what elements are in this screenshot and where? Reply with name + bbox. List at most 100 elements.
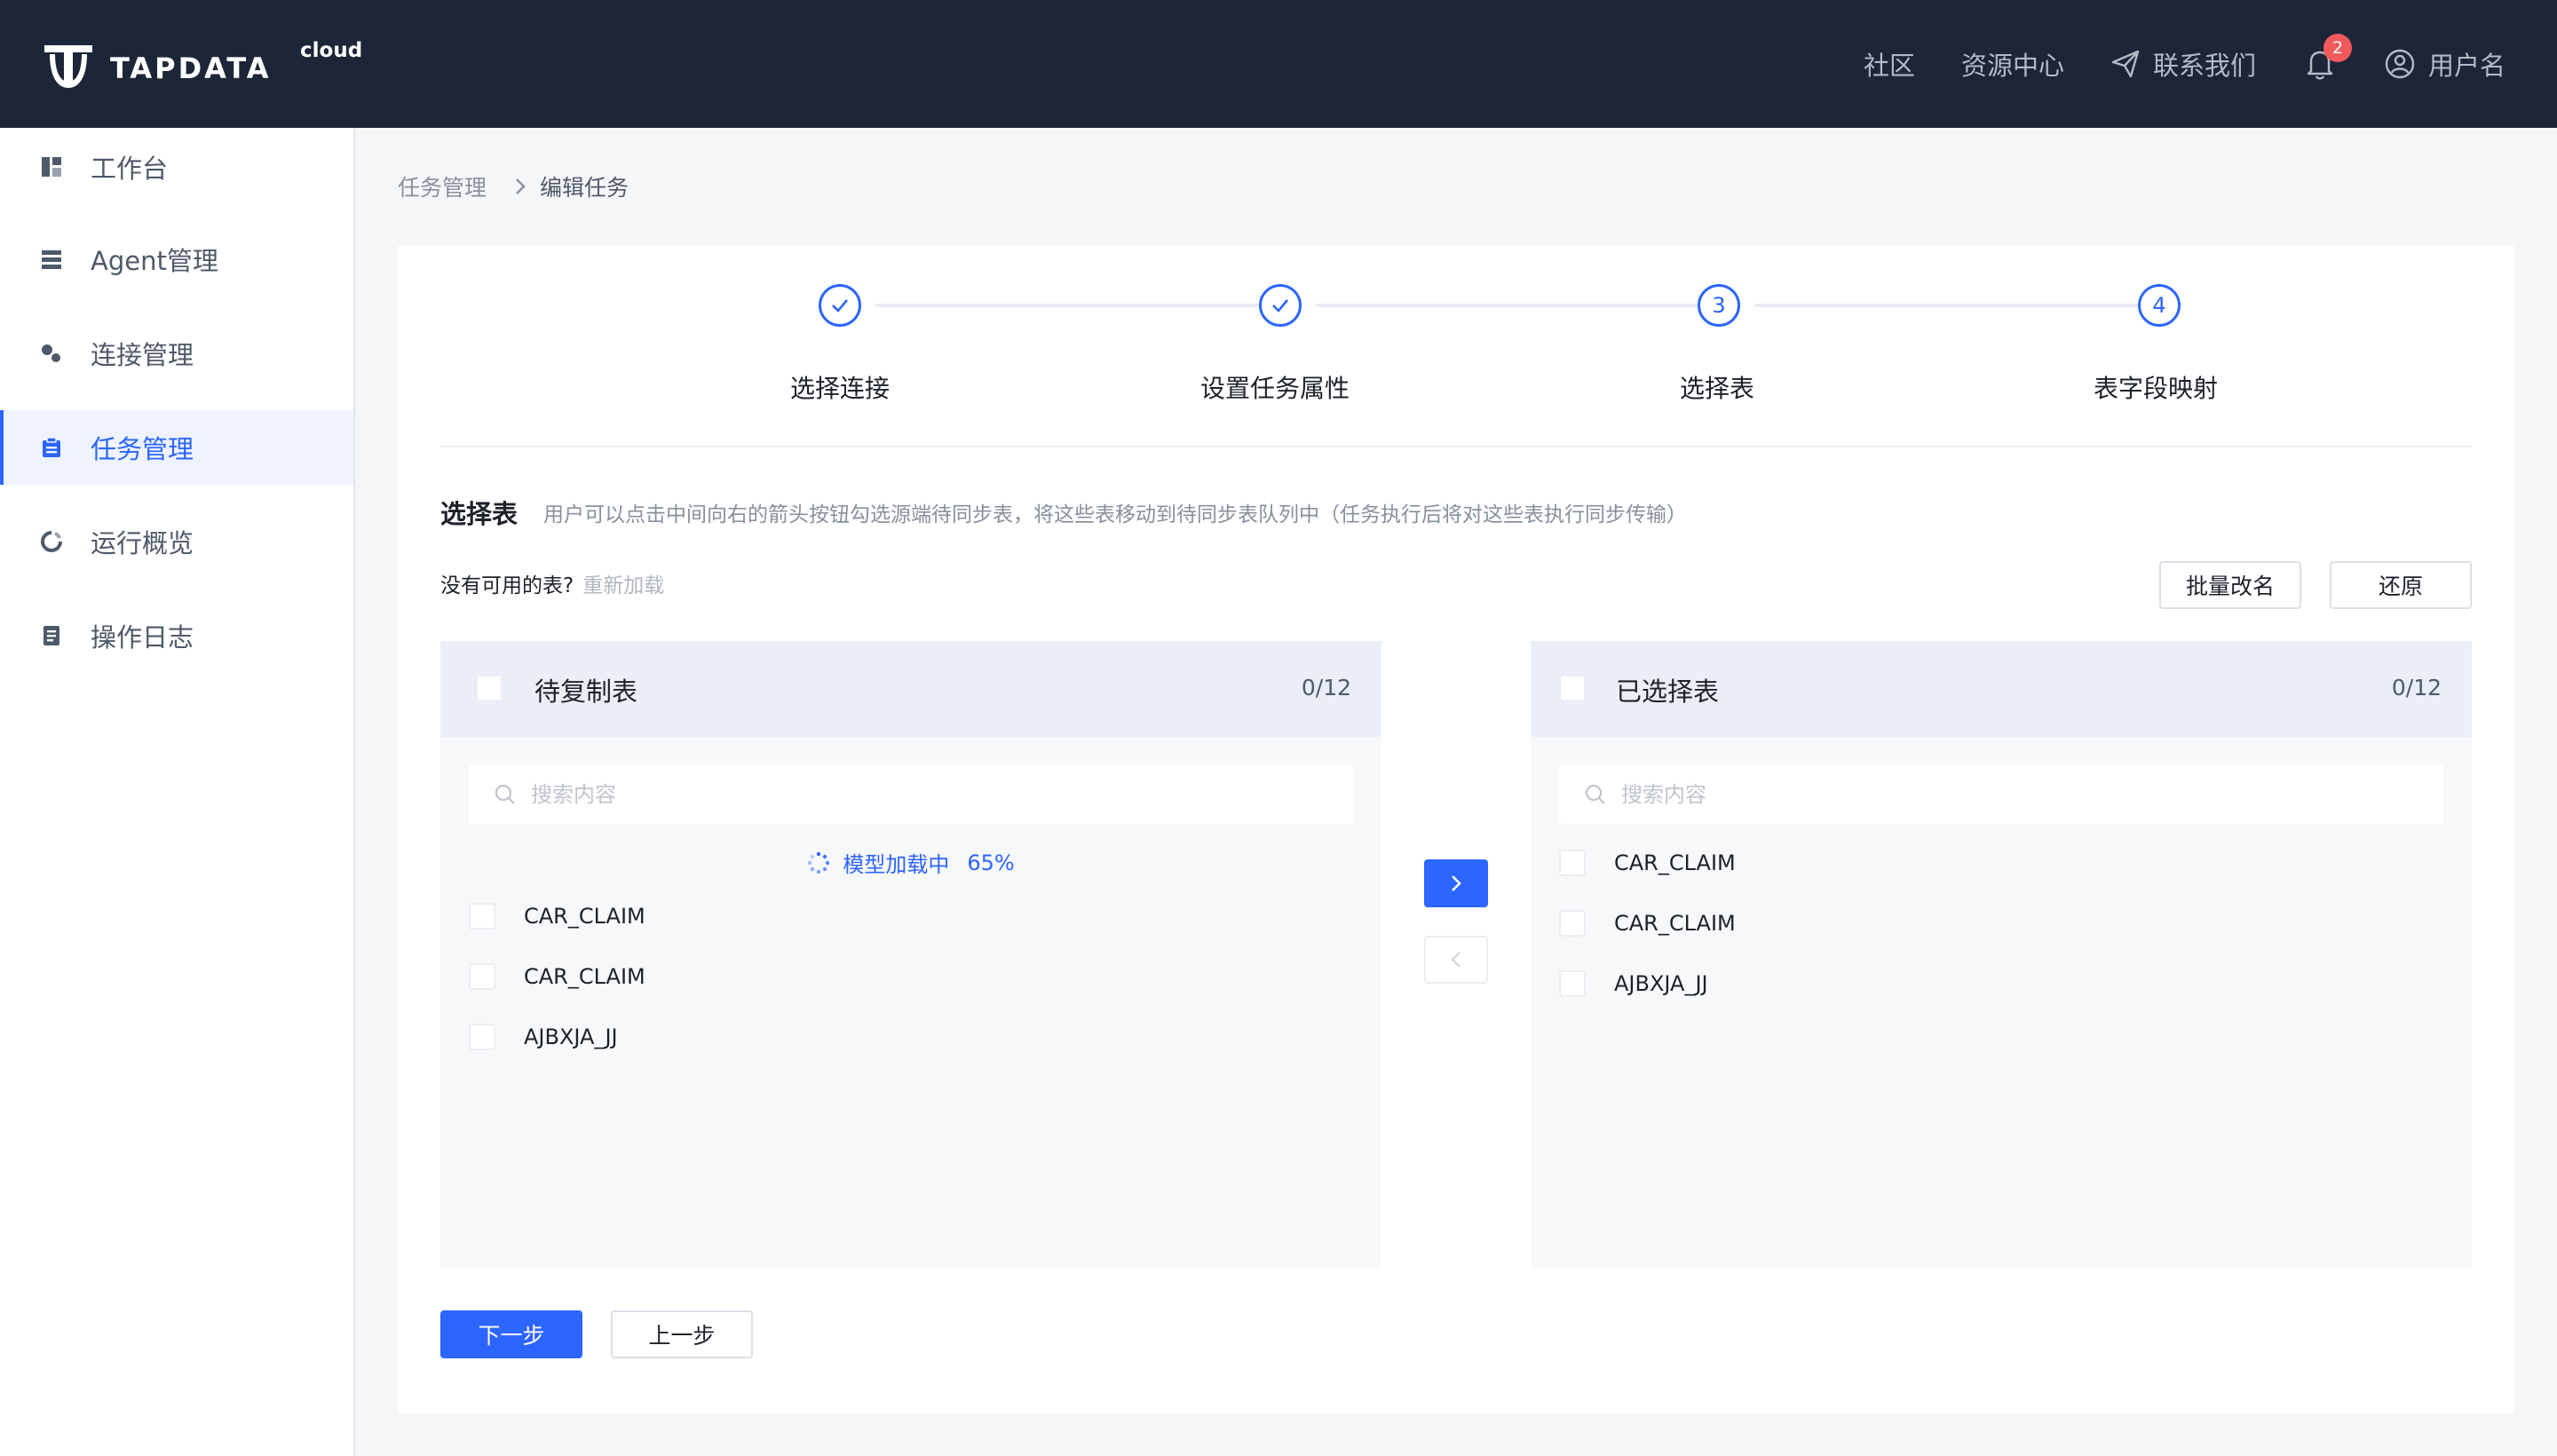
sidebar-item-label: Agent管理 <box>91 246 218 276</box>
row-checkbox[interactable] <box>1559 970 1586 997</box>
search-icon <box>495 784 515 804</box>
source-search-input[interactable] <box>529 781 1328 808</box>
sidebar: 工作台 Agent管理 连接管理 任务管理 运行概览 操作日志 <box>0 128 355 1456</box>
sidebar-item-label: 操作日志 <box>91 622 194 653</box>
target-panel-count: 0/12 <box>2391 675 2442 700</box>
notification-button[interactable]: 2 <box>2302 34 2352 82</box>
clipboard-icon <box>39 435 64 460</box>
breadcrumb-parent[interactable]: 任务管理 <box>398 170 487 202</box>
chevron-right-icon <box>513 176 527 197</box>
step-2-label: 设置任务属性 <box>1199 374 1350 403</box>
target-search-box[interactable] <box>1559 765 2443 824</box>
table-name: CAR_CLAIM <box>524 904 645 929</box>
loading-percent: 65% <box>967 850 1015 875</box>
previous-step-button[interactable]: 上一步 <box>611 1310 753 1358</box>
brand-logo[interactable]: TAPDATA cloud <box>41 39 362 92</box>
loading-text: 模型加载中 <box>843 852 950 877</box>
source-panel-count: 0/12 <box>1301 675 1351 700</box>
reload-link[interactable]: 重新加载 <box>582 574 664 597</box>
user-avatar-icon <box>2385 49 2415 79</box>
step-1-check-icon <box>819 284 861 327</box>
notification-badge: 2 <box>2323 34 2352 62</box>
breadcrumb-current: 编辑任务 <box>540 175 629 201</box>
target-panel-header: 已选择表 0/12 <box>1531 641 2472 737</box>
tapdata-logo-icon <box>44 45 92 88</box>
source-table-row[interactable]: AJBXJA_JJ <box>469 1019 618 1055</box>
move-right-button[interactable] <box>1424 859 1488 907</box>
table-name: CAR_CLAIM <box>524 964 645 989</box>
next-step-button[interactable]: 下一步 <box>440 1310 582 1358</box>
target-search-input[interactable] <box>1619 781 2418 808</box>
target-table-panel: 已选择表 0/12 CAR_CLAIM CAR_CLAIM AJBXJA_JJ <box>1531 641 2472 1268</box>
section-title: 选择表 <box>440 499 519 529</box>
move-left-button[interactable] <box>1424 936 1488 984</box>
step-4-marker: 4 <box>2138 284 2181 327</box>
no-tables-hint: 没有可用的表? 重新加载 <box>440 568 664 598</box>
source-search-box[interactable] <box>469 765 1353 824</box>
restore-button[interactable]: 还原 <box>2330 561 2472 609</box>
source-table-row[interactable]: CAR_CLAIM <box>469 959 645 994</box>
chevron-right-icon <box>1452 875 1461 891</box>
divider <box>440 446 2472 447</box>
batch-rename-button[interactable]: 批量改名 <box>2159 561 2301 609</box>
source-table-panel: 待复制表 0/12 模型加载中 65% CAR_CLAIM CAR_CLAIM … <box>440 641 1381 1268</box>
log-icon <box>39 623 64 648</box>
source-table-row[interactable]: CAR_CLAIM <box>469 898 645 934</box>
top-bar: TAPDATA cloud 社区 资源中心 联系我们 2 用户名 <box>0 0 2557 128</box>
source-panel-header: 待复制表 0/12 <box>440 641 1381 737</box>
sidebar-item-logs[interactable]: 操作日志 <box>0 598 353 673</box>
target-table-row[interactable]: CAR_CLAIM <box>1559 906 1736 941</box>
row-checkbox[interactable] <box>1559 910 1586 937</box>
sidebar-item-connections[interactable]: 连接管理 <box>0 316 353 391</box>
nav-community[interactable]: 社区 <box>1864 45 1915 83</box>
sidebar-item-agent[interactable]: Agent管理 <box>0 222 353 297</box>
nav-resources[interactable]: 资源中心 <box>1961 45 2064 83</box>
table-name: AJBXJA_JJ <box>1614 971 1708 996</box>
step-3-label: 选择表 <box>1679 374 1754 403</box>
loading-spinner-icon <box>808 851 830 874</box>
target-select-all-checkbox[interactable] <box>1559 675 1586 701</box>
connection-icon <box>39 341 64 366</box>
top-navigation: 社区 资源中心 联系我们 2 用户名 <box>1817 34 2506 89</box>
user-menu[interactable]: 用户名 <box>2384 45 2506 83</box>
target-table-row[interactable]: AJBXJA_JJ <box>1559 966 1708 1001</box>
row-checkbox[interactable] <box>1559 850 1586 876</box>
no-tables-text: 没有可用的表? <box>440 574 574 597</box>
table-name: CAR_CLAIM <box>1614 911 1736 936</box>
row-checkbox[interactable] <box>469 1024 495 1050</box>
model-loading-indicator: 模型加载中 65% <box>440 847 1381 878</box>
section-description: 用户可以点击中间向右的箭头按钮勾选源端待同步表，将这些表移动到待同步表队列中（任… <box>543 503 1687 526</box>
target-panel-title: 已选择表 <box>1616 677 1720 707</box>
sidebar-item-label: 工作台 <box>91 154 169 184</box>
sidebar-item-label: 任务管理 <box>91 434 194 464</box>
brand-suffix: cloud <box>300 39 363 62</box>
pie-progress-icon <box>39 529 64 554</box>
username: 用户名 <box>2427 51 2506 81</box>
nav-contact[interactable]: 联系我们 <box>2110 45 2256 83</box>
server-icon <box>39 247 64 272</box>
search-icon <box>1585 784 1605 804</box>
paper-plane-icon <box>2111 50 2140 78</box>
step-1-label: 选择连接 <box>789 374 890 403</box>
stepper: 3 4 选择连接 设置任务属性 选择表 表字段映射 <box>398 245 2514 447</box>
step-4-label: 表字段映射 <box>2093 374 2218 403</box>
step-connector <box>875 304 1280 307</box>
sidebar-item-overview[interactable]: 运行概览 <box>0 504 353 579</box>
target-table-row[interactable]: CAR_CLAIM <box>1559 845 1736 881</box>
row-checkbox[interactable] <box>469 963 495 990</box>
step-connector <box>1316 304 1721 307</box>
sidebar-item-tasks[interactable]: 任务管理 <box>0 410 353 485</box>
sidebar-item-label: 连接管理 <box>91 340 194 370</box>
sidebar-item-dashboard[interactable]: 工作台 <box>0 130 353 204</box>
task-edit-card: 3 4 选择连接 设置任务属性 选择表 表字段映射 选择表 用户可以点击中间向右… <box>398 245 2514 1413</box>
source-select-all-checkbox[interactable] <box>476 675 503 701</box>
table-name: AJBXJA_JJ <box>524 1025 618 1049</box>
step-3-marker: 3 <box>1698 284 1740 327</box>
row-checkbox[interactable] <box>469 903 495 930</box>
table-name: CAR_CLAIM <box>1614 851 1736 875</box>
source-panel-title: 待复制表 <box>534 677 638 707</box>
dashboard-icon <box>39 154 64 179</box>
step-connector <box>1754 304 2159 307</box>
step-2-check-icon <box>1259 284 1302 327</box>
breadcrumb: 任务管理 编辑任务 <box>398 169 629 204</box>
